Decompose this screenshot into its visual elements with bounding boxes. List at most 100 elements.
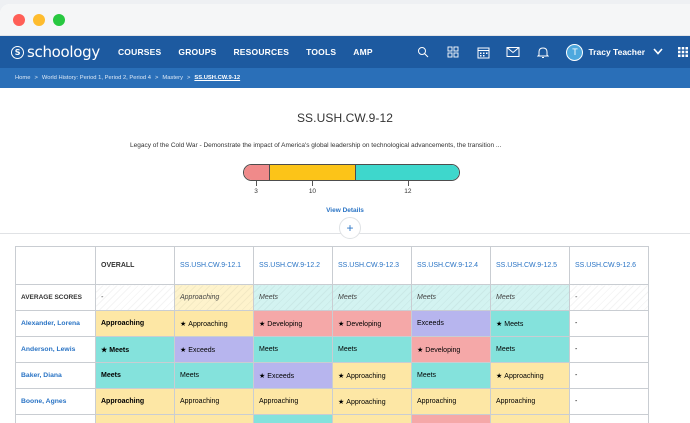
student-name-link[interactable]: Caldwell, Jasper — [15, 414, 96, 423]
score-cell[interactable]: ★ Developing — [253, 310, 333, 337]
schoology-logo[interactable]: S schoology — [11, 43, 100, 61]
average-score-cell: - — [569, 284, 649, 311]
header-standard-link[interactable]: SS.USH.CW.9-12.2 — [253, 246, 333, 285]
overall-score-cell[interactable]: ★ Meets — [95, 336, 175, 363]
grid-icon[interactable] — [446, 45, 460, 59]
header-standard-link[interactable]: SS.USH.CW.9-12.1 — [174, 246, 254, 285]
table-header-row: OVERALL SS.USH.CW.9-12.1 SS.USH.CW.9-12.2 S… — [15, 246, 649, 285]
score-cell[interactable] — [490, 414, 570, 423]
overall-score-cell[interactable] — [95, 414, 175, 423]
header-standard-link[interactable]: SS.USH.CW.9-12.3 — [332, 246, 412, 285]
close-window-button[interactable] — [13, 13, 25, 26]
score-cell[interactable]: ★ Developing — [332, 310, 412, 337]
student-name-link[interactable]: Boone, Agnes — [15, 388, 96, 415]
breadcrumb-mastery[interactable]: Mastery — [162, 75, 183, 81]
star-icon: ★ — [180, 320, 187, 328]
overall-score-cell[interactable]: Approaching — [95, 388, 175, 415]
star-icon: ★ — [338, 320, 345, 328]
breadcrumb-home[interactable]: Home — [15, 75, 30, 81]
score-cell[interactable]: ★ Exceeds — [253, 362, 333, 389]
student-name-link[interactable]: Anderson, Lewis — [15, 336, 96, 363]
score-cell[interactable] — [253, 414, 333, 423]
user-name[interactable]: Tracy Teacher — [588, 47, 645, 57]
score-cell[interactable]: Meets — [490, 336, 570, 363]
mail-icon[interactable] — [506, 45, 520, 59]
score-label: Meets — [496, 346, 516, 353]
view-details-link[interactable]: View Details — [0, 207, 690, 214]
apps-icon[interactable] — [676, 45, 690, 59]
score-cell[interactable]: Exceeds — [411, 310, 491, 337]
logo-text: schoology — [27, 43, 100, 61]
score-cell[interactable]: Meets — [411, 362, 491, 389]
score-cell[interactable]: Approaching — [253, 388, 333, 415]
calendar-icon[interactable] — [476, 45, 490, 59]
user-avatar[interactable]: T — [566, 43, 584, 61]
expand-plus-button[interactable]: + — [339, 217, 361, 239]
score-cell[interactable]: Meets — [253, 336, 333, 363]
score-cell[interactable]: Approaching — [174, 388, 254, 415]
breadcrumb-separator: > — [34, 75, 38, 81]
distribution-tick — [407, 181, 409, 186]
breadcrumb: Home > World History: Period 1, Period 2… — [0, 68, 690, 88]
nav-groups[interactable]: GROUPS — [178, 47, 216, 57]
score-cell[interactable] — [569, 414, 649, 423]
average-scores-label: AVERAGE SCORES — [15, 284, 96, 311]
average-scores-row: AVERAGE SCORES - Approaching Meets Meets Meet… — [15, 284, 649, 311]
score-label: Exceeds — [417, 320, 444, 327]
score-cell[interactable]: ★ Approaching — [332, 388, 412, 415]
score-cell[interactable]: Approaching — [411, 388, 491, 415]
minimize-window-button[interactable] — [33, 13, 45, 26]
score-cell[interactable]: - — [569, 362, 649, 389]
score-cell[interactable]: ★ Approaching — [332, 362, 412, 389]
standard-description: Legacy of the Cold War - Demonstrate the… — [130, 142, 502, 149]
score-cell[interactable]: Meets — [332, 336, 412, 363]
score-cell[interactable]: Approaching — [490, 388, 570, 415]
score-cell[interactable]: - — [569, 310, 649, 337]
header-standard-link[interactable]: SS.USH.CW.9-12.4 — [411, 246, 491, 285]
distribution-count-label: 3 — [254, 188, 258, 195]
score-label: Exceeds — [188, 346, 216, 354]
score-label: Meets — [101, 372, 121, 379]
bell-icon[interactable] — [536, 45, 550, 59]
nav-amp[interactable]: AMP — [353, 47, 373, 57]
chevron-down-icon[interactable] — [653, 47, 663, 57]
main-nav: COURSES GROUPS RESOURCES TOOLS AMP — [118, 47, 373, 57]
score-cell[interactable]: - — [569, 336, 649, 363]
score-cell[interactable]: - — [569, 388, 649, 415]
score-cell[interactable] — [411, 414, 491, 423]
maximize-window-button[interactable] — [53, 13, 65, 26]
page-title: SS.USH.CW.9-12 — [296, 111, 394, 125]
student-name-link[interactable]: Alexander, Lorena — [15, 310, 96, 337]
score-cell[interactable]: ★ Exceeds — [174, 336, 254, 363]
header-standard-link[interactable]: SS.USH.CW.9-12.6 — [569, 246, 649, 285]
score-cell[interactable]: Meets — [174, 362, 254, 389]
score-cell[interactable]: ★ Meets — [490, 310, 570, 337]
nav-tools[interactable]: TOOLS — [306, 47, 336, 57]
breadcrumb-course[interactable]: World History: Period 1, Period 2, Perio… — [42, 75, 151, 81]
overall-score-cell[interactable]: Meets — [95, 362, 175, 389]
score-label: - — [575, 398, 578, 405]
score-cell[interactable] — [332, 414, 412, 423]
distribution-segment — [269, 165, 356, 180]
breadcrumb-current[interactable]: SS.USH.CW.9-12 — [194, 75, 240, 81]
student-row: Boone, Agnes Approaching Approaching Approa… — [15, 388, 649, 415]
nav-resources[interactable]: RESOURCES — [233, 47, 289, 57]
score-cell[interactable]: ★ Developing — [411, 336, 491, 363]
score-label: - — [575, 320, 578, 327]
breadcrumb-separator: > — [187, 75, 191, 81]
score-label: Approaching — [417, 398, 457, 405]
score-cell[interactable]: ★ Approaching — [174, 310, 254, 337]
overall-score-cell[interactable]: Approaching — [95, 310, 175, 337]
score-label: Developing — [425, 346, 461, 354]
score-cell[interactable] — [174, 414, 254, 423]
mastery-table-container[interactable]: OVERALL SS.USH.CW.9-12.1 SS.USH.CW.9-12.2 S… — [15, 246, 690, 423]
nav-courses[interactable]: COURSES — [118, 47, 161, 57]
student-name-link[interactable]: Baker, Diana — [15, 362, 96, 389]
score-label: Approaching — [496, 398, 536, 405]
score-label: Meets — [259, 346, 279, 353]
header-standard-link[interactable]: SS.USH.CW.9-12.5 — [490, 246, 570, 285]
score-label: Approaching — [504, 372, 544, 380]
score-label: Approaching — [188, 320, 228, 328]
search-icon[interactable] — [416, 45, 430, 59]
score-cell[interactable]: ★ Approaching — [490, 362, 570, 389]
